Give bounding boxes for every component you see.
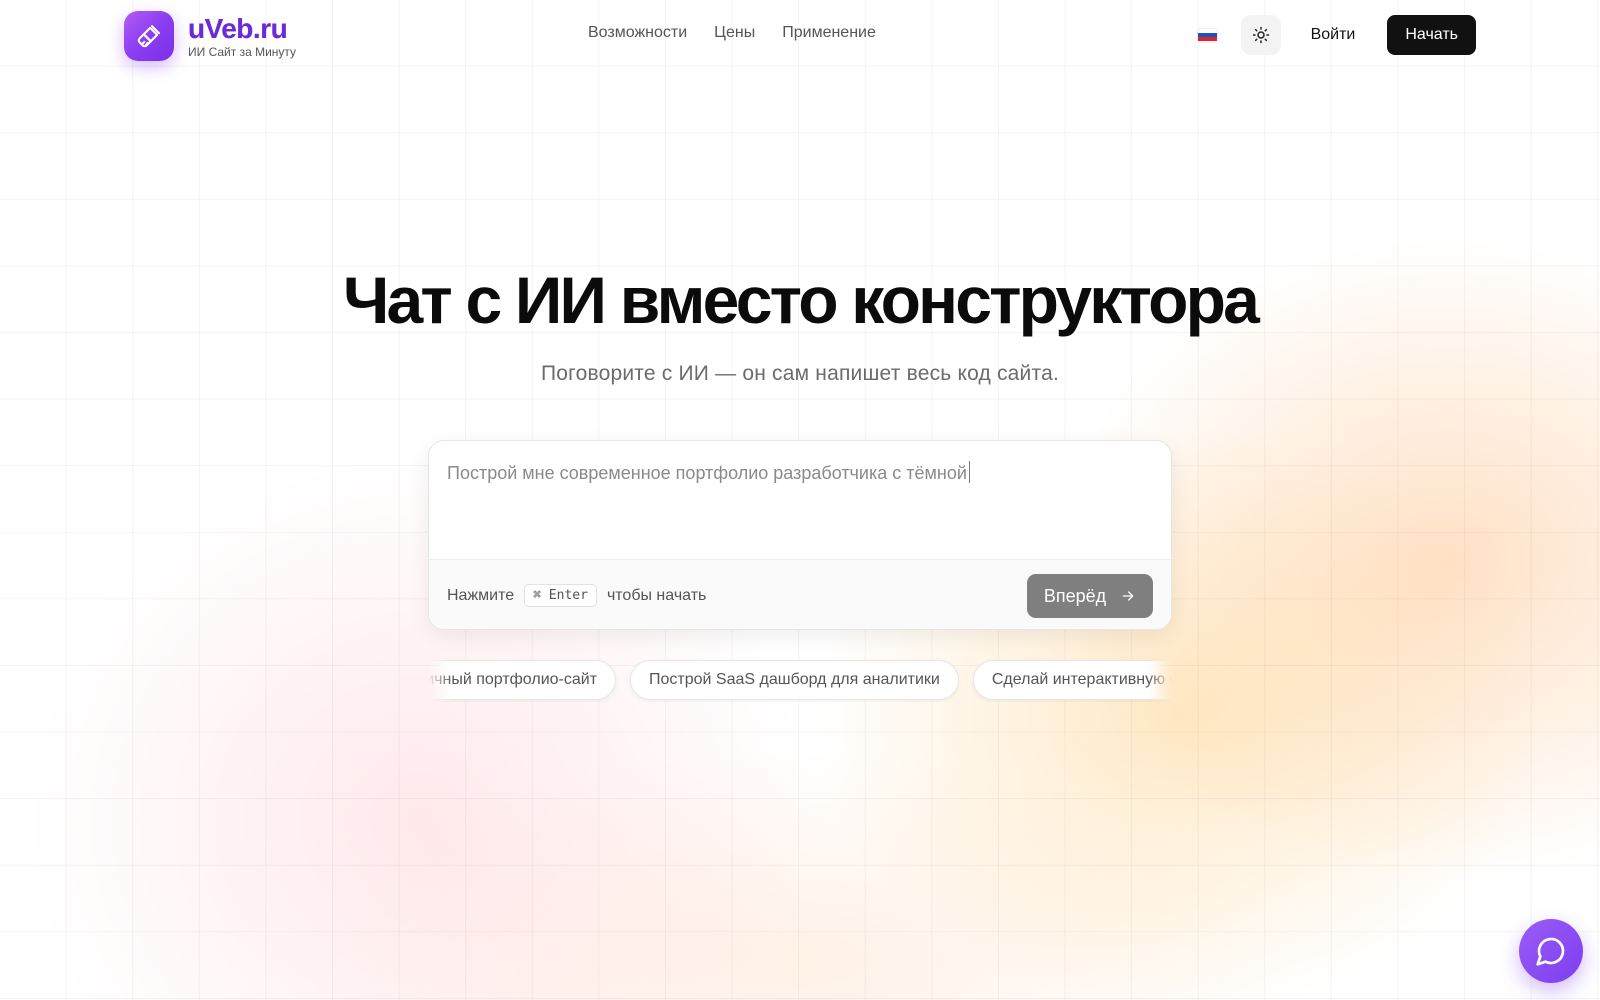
prompt-footer: Нажмите ⌘ Enter чтобы начать Вперёд [429,559,1171,629]
hint-after: чтобы начать [606,586,707,604]
chat-widget-button[interactable] [1519,919,1583,983]
brand-name: uVeb.ru [188,13,296,44]
shortcut-key: ⌘ Enter [524,584,597,607]
text-caret [968,461,970,483]
paintbrush-icon [124,11,174,61]
submit-hint: Нажмите ⌘ Enter чтобы начать [447,584,706,607]
submit-label: Вперёд [1043,585,1107,606]
start-button[interactable]: Начать [1387,15,1476,55]
prompt-card: Построй мне современное портфолио разраб… [428,440,1172,630]
flag-ru-icon[interactable] [1197,28,1217,42]
nav-item-pricing[interactable]: Цены [714,24,755,42]
prompt-text: Построй мне современное портфолио разраб… [447,463,967,483]
sun-icon [1252,26,1269,44]
brand-tagline: ИИ Сайт за Минуту [188,44,297,59]
prompt-input[interactable]: Построй мне современное портфолио разраб… [429,441,1171,559]
suggestion-chip[interactable]: Построй SaaS дашборд для аналитики [630,660,959,700]
submit-button[interactable]: Вперёд [1027,574,1153,618]
header-actions: Войти Начать [1197,15,1476,55]
theme-toggle-button[interactable] [1240,15,1281,55]
main-nav: Возможности Цены Применение [588,24,876,42]
nav-item-use-cases[interactable]: Применение [782,24,876,42]
arrow-right-icon [1122,591,1134,601]
hint-before: Нажмите [447,586,515,604]
chat-bubble-icon [1536,937,1565,966]
nav-item-features[interactable]: Возможности [588,24,687,42]
hero-subtitle: Поговорите с ИИ — он сам напишет весь ко… [541,362,1059,385]
suggestion-strip: Создай личный портфолио-сайт Построй Saa… [428,658,1172,702]
brand-logo[interactable]: uVeb.ru ИИ Сайт за Минуту [124,11,296,61]
login-button[interactable]: Войти [1311,26,1356,44]
hero-title: Чат с ИИ вместо конструктора [342,263,1260,337]
site-header: uVeb.ru ИИ Сайт за Минуту Возможности Це… [0,0,1600,70]
suggestion-chip[interactable]: Сделай интерактивную страницу [972,660,1172,700]
suggestion-chip[interactable]: Создай личный портфолио-сайт [428,660,617,700]
